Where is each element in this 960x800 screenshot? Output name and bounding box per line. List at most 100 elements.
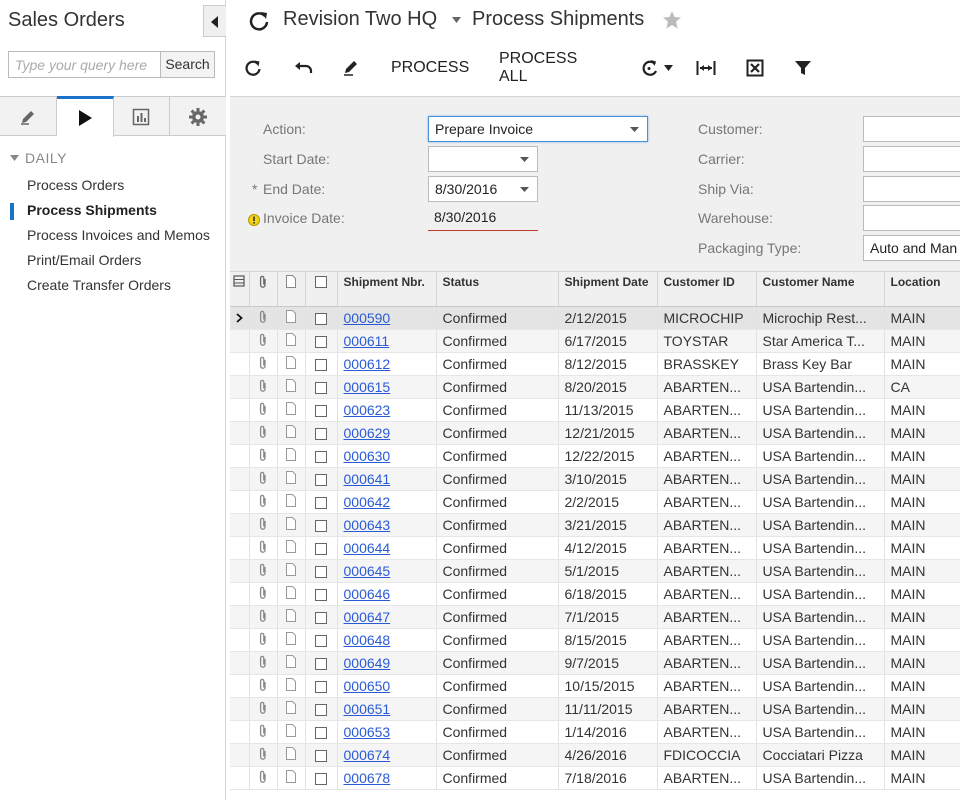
row-checkbox[interactable] [315, 428, 327, 441]
row-note-cell[interactable] [277, 697, 306, 721]
shipment-link[interactable]: 000649 [344, 655, 391, 671]
row-note-cell[interactable] [277, 352, 306, 376]
row-attachment-cell[interactable] [249, 421, 278, 445]
col-shipment-date[interactable]: Shipment Date [558, 271, 658, 307]
col-status[interactable]: Status [436, 271, 559, 307]
row-indicator[interactable] [230, 743, 250, 767]
row-indicator[interactable] [230, 605, 250, 629]
table-row[interactable]: 000623 Confirmed 11/13/2015 ABARTEN... USA B… [230, 398, 960, 422]
shipment-link[interactable]: 000643 [344, 517, 391, 533]
row-select-cell[interactable] [305, 352, 338, 376]
schedule-menu-button[interactable] [640, 54, 673, 82]
row-indicator[interactable] [230, 651, 250, 675]
row-attachment-cell[interactable] [249, 352, 278, 376]
row-note-cell[interactable] [277, 375, 306, 399]
sidebar-search-button[interactable]: Search [160, 51, 215, 78]
row-select-cell[interactable] [305, 421, 338, 445]
tab-settings[interactable] [170, 97, 226, 136]
table-row[interactable]: 000629 Confirmed 12/21/2015 ABARTEN... USA B… [230, 421, 960, 445]
tab-processes[interactable] [56, 96, 114, 137]
sidebar-item-print-email-orders[interactable]: Print/Email Orders [0, 248, 226, 273]
select-all-checkbox[interactable] [315, 276, 327, 288]
row-note-cell[interactable] [277, 513, 306, 537]
row-select-cell[interactable] [305, 306, 338, 330]
table-row[interactable]: 000611 Confirmed 6/17/2015 TOYSTAR Star Amer… [230, 329, 960, 353]
table-row[interactable]: 000642 Confirmed 2/2/2015 ABARTEN... USA Bar… [230, 490, 960, 514]
row-select-cell[interactable] [305, 628, 338, 652]
row-note-cell[interactable] [277, 490, 306, 514]
row-checkbox[interactable] [315, 497, 327, 510]
tab-edit[interactable] [0, 97, 57, 136]
row-indicator[interactable] [230, 720, 250, 744]
shipment-link[interactable]: 000646 [344, 586, 391, 602]
shipment-link[interactable]: 000644 [344, 540, 391, 556]
shipment-link[interactable]: 000648 [344, 632, 391, 648]
chevron-down-icon[interactable] [452, 17, 461, 23]
row-checkbox[interactable] [315, 773, 327, 786]
row-indicator[interactable] [230, 375, 250, 399]
process-all-button[interactable]: PROCESS ALL [499, 50, 577, 85]
table-row[interactable]: 000674 Confirmed 4/26/2016 FDICOCCIA Cocciat… [230, 743, 960, 767]
table-row[interactable]: 000630 Confirmed 12/22/2015 ABARTEN... USA B… [230, 444, 960, 468]
row-checkbox[interactable] [315, 681, 327, 694]
row-checkbox[interactable] [315, 589, 327, 602]
shipment-link[interactable]: 000623 [344, 402, 391, 418]
row-indicator[interactable] [230, 766, 250, 790]
row-indicator[interactable] [230, 467, 250, 491]
row-checkbox[interactable] [315, 612, 327, 625]
invoice-date-field[interactable]: 8/30/2016 [428, 205, 538, 231]
table-row[interactable]: 000590 Confirmed 2/12/2015 MICROCHIP Microch… [230, 306, 960, 330]
row-select-cell[interactable] [305, 697, 338, 721]
row-indicator[interactable] [230, 697, 250, 721]
table-row[interactable]: 000650 Confirmed 10/15/2015 ABARTEN... USA B… [230, 674, 960, 698]
table-row[interactable]: 000653 Confirmed 1/14/2016 ABARTEN... USA Ba… [230, 720, 960, 744]
select-all-header[interactable] [305, 271, 338, 307]
row-checkbox[interactable] [315, 727, 327, 740]
row-indicator[interactable] [230, 628, 250, 652]
row-checkbox[interactable] [315, 750, 327, 763]
row-select-cell[interactable] [305, 490, 338, 514]
table-row[interactable]: 000641 Confirmed 3/10/2015 ABARTEN... USA Ba… [230, 467, 960, 491]
process-button[interactable]: PROCESS [391, 54, 469, 82]
shipment-link[interactable]: 000645 [344, 563, 391, 579]
row-indicator[interactable] [230, 329, 250, 353]
row-note-cell[interactable] [277, 306, 306, 330]
row-attachment-cell[interactable] [249, 306, 278, 330]
sidebar-item-process-orders[interactable]: Process Orders [0, 173, 226, 198]
table-row[interactable]: 000615 Confirmed 8/20/2015 ABARTEN... USA Ba… [230, 375, 960, 399]
shipment-link[interactable]: 000642 [344, 494, 391, 510]
row-note-cell[interactable] [277, 766, 306, 790]
row-attachment-cell[interactable] [249, 674, 278, 698]
shipment-link[interactable]: 000651 [344, 701, 391, 717]
shipment-link[interactable]: 000653 [344, 724, 391, 740]
col-customer-id[interactable]: Customer ID [657, 271, 757, 307]
row-note-cell[interactable] [277, 559, 306, 583]
row-select-cell[interactable] [305, 536, 338, 560]
table-row[interactable]: 000649 Confirmed 9/7/2015 ABARTEN... USA Bar… [230, 651, 960, 675]
row-attachment-cell[interactable] [249, 513, 278, 537]
row-note-cell[interactable] [277, 536, 306, 560]
col-shipment-nbr[interactable]: Shipment Nbr. [337, 271, 437, 307]
row-select-cell[interactable] [305, 559, 338, 583]
row-checkbox[interactable] [315, 635, 327, 648]
row-checkbox[interactable] [315, 704, 327, 717]
shipment-link[interactable]: 000612 [344, 356, 391, 372]
row-note-cell[interactable] [277, 398, 306, 422]
row-checkbox[interactable] [315, 336, 327, 349]
row-checkbox[interactable] [315, 405, 327, 418]
row-select-cell[interactable] [305, 743, 338, 767]
row-attachment-cell[interactable] [249, 582, 278, 606]
row-indicator[interactable] [230, 674, 250, 698]
row-indicator[interactable] [230, 513, 250, 537]
warehouse-field[interactable] [863, 205, 960, 231]
shipment-link[interactable]: 000590 [344, 310, 391, 326]
table-row[interactable]: 000646 Confirmed 6/18/2015 ABARTEN... USA Ba… [230, 582, 960, 606]
row-indicator[interactable] [230, 536, 250, 560]
row-note-cell[interactable] [277, 582, 306, 606]
row-attachment-cell[interactable] [249, 375, 278, 399]
row-attachment-cell[interactable] [249, 398, 278, 422]
fit-columns-button[interactable] [696, 54, 716, 82]
shipment-link[interactable]: 000647 [344, 609, 391, 625]
row-checkbox[interactable] [315, 566, 327, 579]
row-indicator[interactable] [230, 559, 250, 583]
